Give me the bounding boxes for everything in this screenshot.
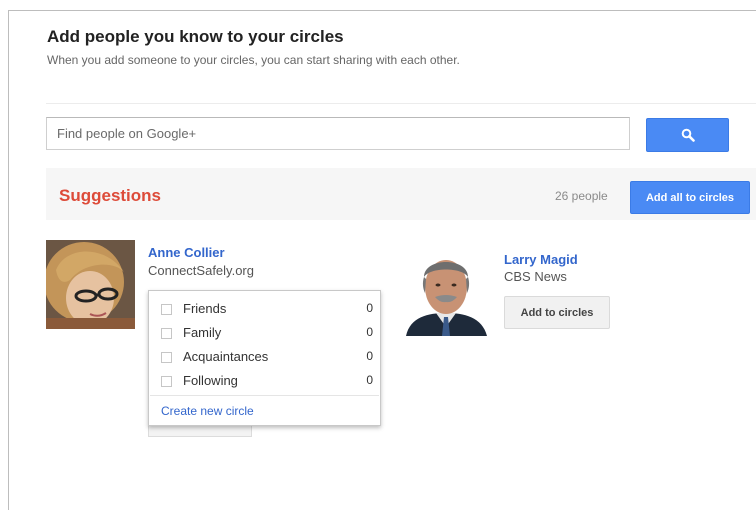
person-org: ConnectSafely.org: [148, 263, 254, 278]
checkbox[interactable]: [161, 376, 172, 387]
circle-label: Acquaintances: [183, 349, 269, 364]
circle-label: Friends: [183, 301, 227, 316]
page-title: Add people you know to your circles: [47, 27, 344, 46]
checkbox[interactable]: [161, 352, 172, 363]
search-icon: [681, 128, 695, 142]
circle-item-acquaintances[interactable]: Acquaintances 0: [161, 347, 373, 367]
person-name[interactable]: Anne Collier: [148, 245, 225, 260]
search-button[interactable]: [646, 118, 729, 152]
header-divider: [46, 103, 756, 104]
avatar-anne-collier[interactable]: [46, 240, 135, 329]
circle-count: 0: [366, 301, 373, 315]
menu-divider: [150, 395, 379, 396]
suggestions-bar: Suggestions 26 people Add all to circles: [46, 168, 756, 220]
circle-count: 0: [366, 373, 373, 387]
circle-count: 0: [366, 349, 373, 363]
suggestions-title: Suggestions: [59, 186, 162, 205]
people-count: 26 people: [555, 189, 608, 203]
person-name[interactable]: Larry Magid: [504, 252, 578, 267]
circle-label: Family: [183, 325, 222, 340]
add-all-to-circles-button[interactable]: Add all to circles: [630, 181, 750, 214]
page-subtitle: When you add someone to your circles, yo…: [47, 53, 460, 67]
circle-item-following[interactable]: Following 0: [161, 371, 373, 391]
checkbox[interactable]: [161, 304, 172, 315]
add-to-circles-button[interactable]: Add to circles: [504, 296, 610, 329]
circle-item-friends[interactable]: Friends 0: [161, 299, 373, 319]
avatar-larry-magid[interactable]: [402, 247, 491, 336]
checkbox[interactable]: [161, 328, 172, 339]
circle-label: Following: [183, 373, 238, 388]
create-new-circle-link[interactable]: Create new circle: [161, 404, 254, 418]
circle-menu: Friends 0 Family 0 Acquaintances 0 Follo…: [148, 290, 381, 426]
person-org: CBS News: [504, 269, 567, 284]
circle-item-family[interactable]: Family 0: [161, 323, 373, 343]
circle-count: 0: [366, 325, 373, 339]
search-input[interactable]: [46, 117, 630, 150]
